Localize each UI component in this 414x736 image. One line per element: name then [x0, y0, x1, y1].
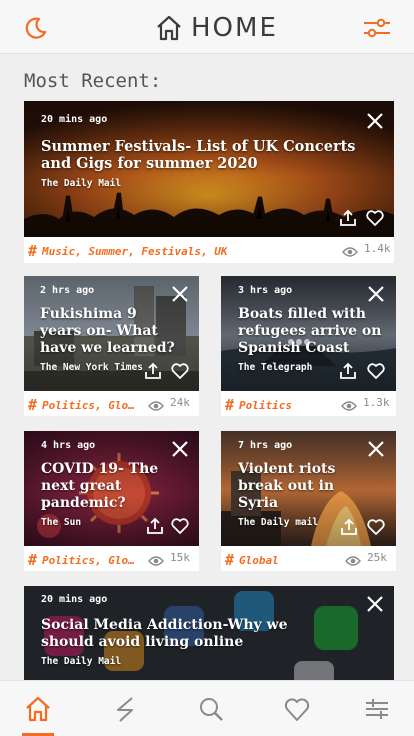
news-card[interactable]: 2 hrs ago Fukishima 9 years on- What hav… [24, 276, 199, 416]
view-count-value: 1.4k [364, 242, 391, 255]
top-header: HOME [0, 0, 414, 54]
card-tags[interactable]: # Politics, Global… [28, 551, 137, 569]
card-footer: # Music, Summer, Festivals, UK 1.4k [24, 237, 394, 263]
eye-icon [345, 552, 361, 566]
card-footer: # Politics 1.3k [221, 391, 396, 416]
share-icon[interactable] [339, 517, 359, 537]
menu-icon[interactable] [363, 695, 391, 723]
section-title: Most Recent: [24, 70, 162, 92]
card-time: 4 hrs ago [41, 440, 96, 451]
share-icon[interactable] [143, 361, 163, 381]
card-source: The Sun [41, 517, 82, 528]
heart-icon[interactable] [170, 361, 190, 381]
close-icon[interactable] [170, 284, 190, 304]
heart-icon[interactable] [366, 517, 386, 537]
lightning-icon[interactable] [112, 695, 140, 723]
heart-icon[interactable] [283, 695, 311, 723]
eye-icon [148, 397, 164, 411]
card-footer: # Politics, Global… 24k [24, 391, 199, 416]
eye-icon [341, 397, 357, 411]
view-count-value: 24k [170, 396, 190, 409]
bottom-nav [0, 680, 414, 736]
view-count: 25k [345, 551, 387, 566]
view-count-value: 1.3k [363, 396, 390, 409]
news-card[interactable]: 3 hrs ago Boats filled with refugees arr… [221, 276, 396, 416]
close-icon[interactable] [365, 111, 385, 131]
card-time: 3 hrs ago [238, 285, 293, 296]
tag-list[interactable]: Global [239, 554, 279, 567]
card-source: The New York Times [40, 362, 143, 373]
hashtag-icon: # [225, 396, 235, 414]
search-icon[interactable] [197, 695, 225, 723]
hashtag-icon: # [225, 551, 235, 569]
card-time: 7 hrs ago [238, 440, 293, 451]
view-count: 1.4k [342, 242, 391, 257]
tag-list[interactable]: Politics, Global… [42, 554, 137, 567]
tag-list[interactable]: Politics, Global… [42, 399, 137, 412]
hashtag-icon: # [28, 551, 38, 569]
card-footer: # Politics, Global… 15k [24, 546, 199, 571]
card-image: 4 hrs ago COVID 19- The next great pande… [24, 431, 199, 546]
close-icon[interactable] [366, 439, 386, 459]
card-headline[interactable]: Violent riots break out in Syria [238, 461, 348, 512]
card-tags[interactable]: # Politics [225, 396, 292, 414]
tag-list[interactable]: Politics [239, 399, 292, 412]
news-card[interactable]: 20 mins ago Social Media Addiction-Why w… [24, 586, 394, 686]
card-tags[interactable]: # Music, Summer, Festivals, UK [28, 242, 227, 260]
home-icon[interactable] [24, 695, 52, 723]
page-title: HOME [155, 11, 278, 45]
hashtag-icon: # [28, 396, 38, 414]
card-image: 2 hrs ago Fukishima 9 years on- What hav… [24, 276, 199, 391]
card-time: 20 mins ago [41, 594, 108, 605]
share-icon[interactable] [338, 361, 358, 381]
card-time: 20 mins ago [41, 114, 108, 125]
card-source: The Daily Mail [41, 178, 122, 189]
card-source: The Daily Mail [41, 656, 122, 667]
news-card[interactable]: 20 mins ago Summer Festivals- List of UK… [24, 101, 394, 263]
house-icon [155, 14, 183, 42]
hashtag-icon: # [28, 242, 38, 260]
eye-icon [342, 243, 358, 257]
card-headline[interactable]: Summer Festivals- List of UK Concerts an… [41, 138, 371, 172]
card-headline[interactable]: Social Media Addiction-Why we should avo… [41, 617, 341, 651]
sliders-icon[interactable] [362, 16, 392, 40]
view-count: 24k [148, 396, 190, 411]
card-headline[interactable]: Fukishima 9 years on- What have we learn… [40, 306, 180, 357]
card-tags[interactable]: # Politics, Global… [28, 396, 137, 414]
header-title: HOME [191, 13, 278, 43]
card-image: 7 hrs ago Violent riots break out in Syr… [221, 431, 396, 546]
card-image: 3 hrs ago Boats filled with refugees arr… [221, 276, 396, 391]
view-count: 15k [148, 551, 190, 566]
close-icon[interactable] [366, 284, 386, 304]
close-icon[interactable] [170, 439, 190, 459]
card-source: The Daily mail [238, 517, 319, 528]
heart-icon[interactable] [170, 516, 190, 536]
heart-icon[interactable] [366, 361, 386, 381]
app: HOME Most Recent: 20 mins ago Summer Fes… [0, 0, 414, 736]
card-source: The Telegraph [238, 362, 313, 373]
view-count-value: 25k [367, 551, 387, 564]
news-card[interactable]: 7 hrs ago Violent riots break out in Syr… [221, 431, 396, 571]
card-image: 20 mins ago Summer Festivals- List of UK… [24, 101, 394, 237]
heart-icon[interactable] [365, 208, 385, 228]
news-card[interactable]: 4 hrs ago COVID 19- The next great pande… [24, 431, 199, 571]
share-icon[interactable] [338, 208, 358, 228]
card-tags[interactable]: # Global [225, 551, 279, 569]
view-count-value: 15k [170, 551, 190, 564]
tag-list[interactable]: Music, Summer, Festivals, UK [42, 245, 227, 258]
card-headline[interactable]: COVID 19- The next great pandemic? [41, 461, 176, 512]
card-time: 2 hrs ago [40, 285, 95, 296]
moon-icon[interactable] [24, 16, 48, 40]
share-icon[interactable] [145, 516, 165, 536]
card-headline[interactable]: Boats filled with refugees arrive on Spa… [238, 306, 388, 357]
card-footer: # Global 25k [221, 546, 396, 571]
close-icon[interactable] [365, 594, 385, 614]
card-image: 20 mins ago Social Media Addiction-Why w… [24, 586, 394, 686]
eye-icon [148, 552, 164, 566]
view-count: 1.3k [341, 396, 390, 411]
